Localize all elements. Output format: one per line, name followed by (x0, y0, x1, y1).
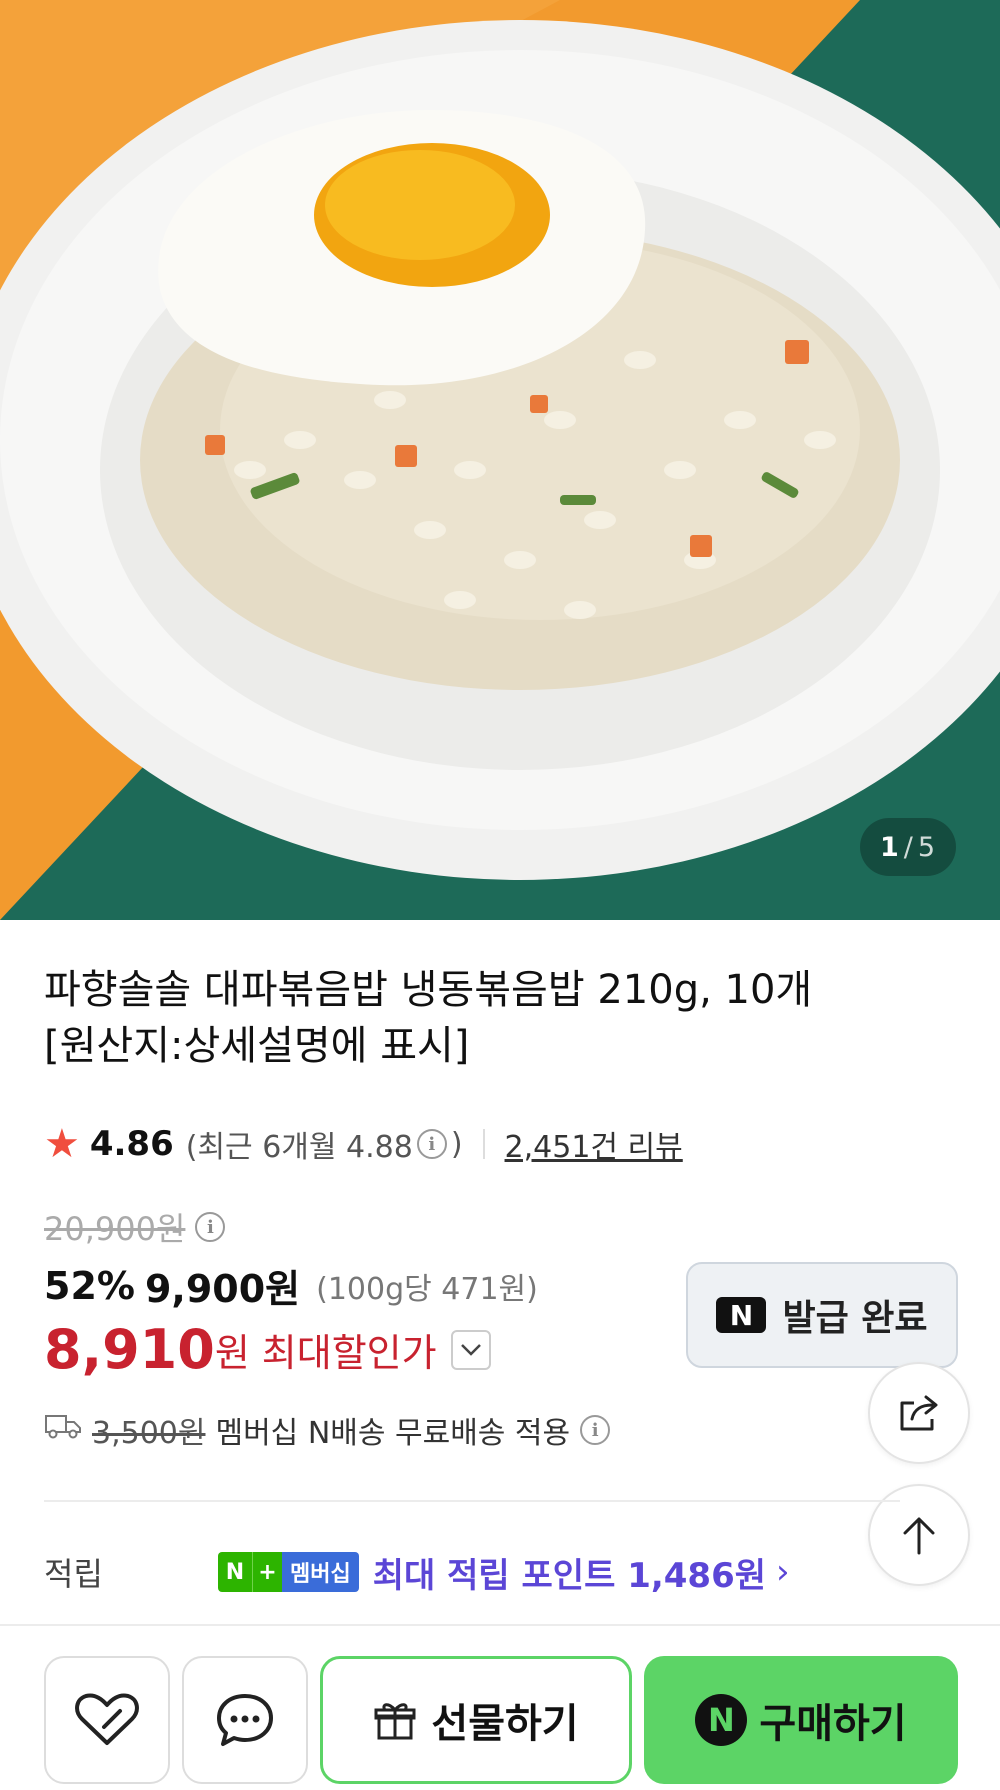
chat-bubble-icon (217, 1694, 273, 1746)
rating-row: ★ 4.86 (최근 6개월 4.88 i ) 2,451건 리뷰 (44, 1122, 683, 1166)
max-discount-label: 최대할인가 (261, 1331, 437, 1375)
product-title-line1: 파향솔솔 대파볶음밥 냉동볶음밥 210g, 10개 (44, 967, 813, 1013)
bottom-action-bar: 선물하기 N 구매하기 (0, 1624, 1000, 1790)
original-price-row: 20,900원 i (44, 1204, 226, 1250)
unit-price: (100g당 471원) (316, 1271, 538, 1307)
n-plus-membership-badge: N + 멤버십 (218, 1552, 359, 1592)
info-icon[interactable]: i (416, 1129, 447, 1159)
chat-button[interactable] (182, 1656, 308, 1784)
recent-rating-close: ) (450, 1126, 463, 1162)
chevron-right-icon: › (776, 1552, 790, 1592)
star-icon: ★ (44, 1121, 80, 1167)
fried-rice-photo (0, 0, 1000, 920)
share-icon (900, 1395, 938, 1431)
gift-button[interactable]: 선물하기 (320, 1656, 632, 1784)
rating-score: 4.86 (89, 1124, 174, 1164)
recent-rating: (최근 6개월 4.88 (185, 1130, 413, 1165)
naver-pay-icon: N (695, 1694, 748, 1746)
points-row[interactable]: 적립 N + 멤버십 최대 적립 포인트 1,486원 › (44, 1550, 790, 1596)
gift-icon (374, 1703, 416, 1740)
chevron-down-icon[interactable] (450, 1329, 491, 1370)
divider (482, 1129, 485, 1159)
buy-label: 구매하기 (759, 1701, 907, 1747)
product-page: 1/5 파향솔솔 대파볶음밥 냉동볶음밥 210g, 10개 [원산지:상세설명… (0, 0, 1000, 1790)
shipping-fee: 3,500원 (92, 1416, 206, 1451)
heart-icon (75, 1693, 139, 1745)
shipping-row: 3,500원 멤버십 N배송 무료배송 적용 i (44, 1408, 611, 1452)
truck-icon (44, 1412, 82, 1448)
coupon-label: 발급 완료 (782, 1298, 928, 1339)
image-counter: 1/5 (860, 818, 956, 876)
image-counter-current: 1 (879, 831, 900, 863)
divider (44, 1500, 900, 1502)
max-points-text: 최대 적립 포인트 1,486원 (372, 1555, 767, 1596)
product-title: 파향솔솔 대파볶음밥 냉동볶음밥 210g, 10개 [원산지:상세설명에 표시… (44, 962, 944, 1074)
product-title-line2: [원산지:상세설명에 표시] (44, 1023, 470, 1069)
gift-label: 선물하기 (431, 1701, 579, 1747)
points-label: 적립 (44, 1555, 103, 1593)
original-price: 20,900원 (44, 1210, 186, 1248)
info-icon[interactable]: i (195, 1212, 226, 1242)
buy-button[interactable]: N 구매하기 (644, 1656, 958, 1784)
max-discount-row: 8,910 원 최대할인가 (44, 1318, 491, 1381)
arrow-up-icon (903, 1517, 935, 1555)
sale-price: 9,900원 (144, 1267, 301, 1311)
max-discount-price: 8,910 (44, 1318, 215, 1381)
product-image[interactable]: 1/5 (0, 0, 1000, 920)
wishlist-button[interactable] (44, 1656, 170, 1784)
naver-n-icon: N (716, 1297, 767, 1333)
discount-rate: 52% (44, 1263, 135, 1308)
image-counter-total: 5 (917, 831, 937, 863)
share-button[interactable] (868, 1362, 970, 1464)
sale-price-row: 52% 9,900원 (100g당 471원) (44, 1258, 538, 1313)
info-icon[interactable]: i (580, 1415, 611, 1445)
shipping-text: 멤버십 N배송 무료배송 적용 (215, 1416, 571, 1451)
review-count-link[interactable]: 2,451건 리뷰 (505, 1122, 683, 1166)
max-discount-currency: 원 (214, 1331, 250, 1375)
coupon-issued-button[interactable]: N 발급 완료 (686, 1262, 958, 1368)
